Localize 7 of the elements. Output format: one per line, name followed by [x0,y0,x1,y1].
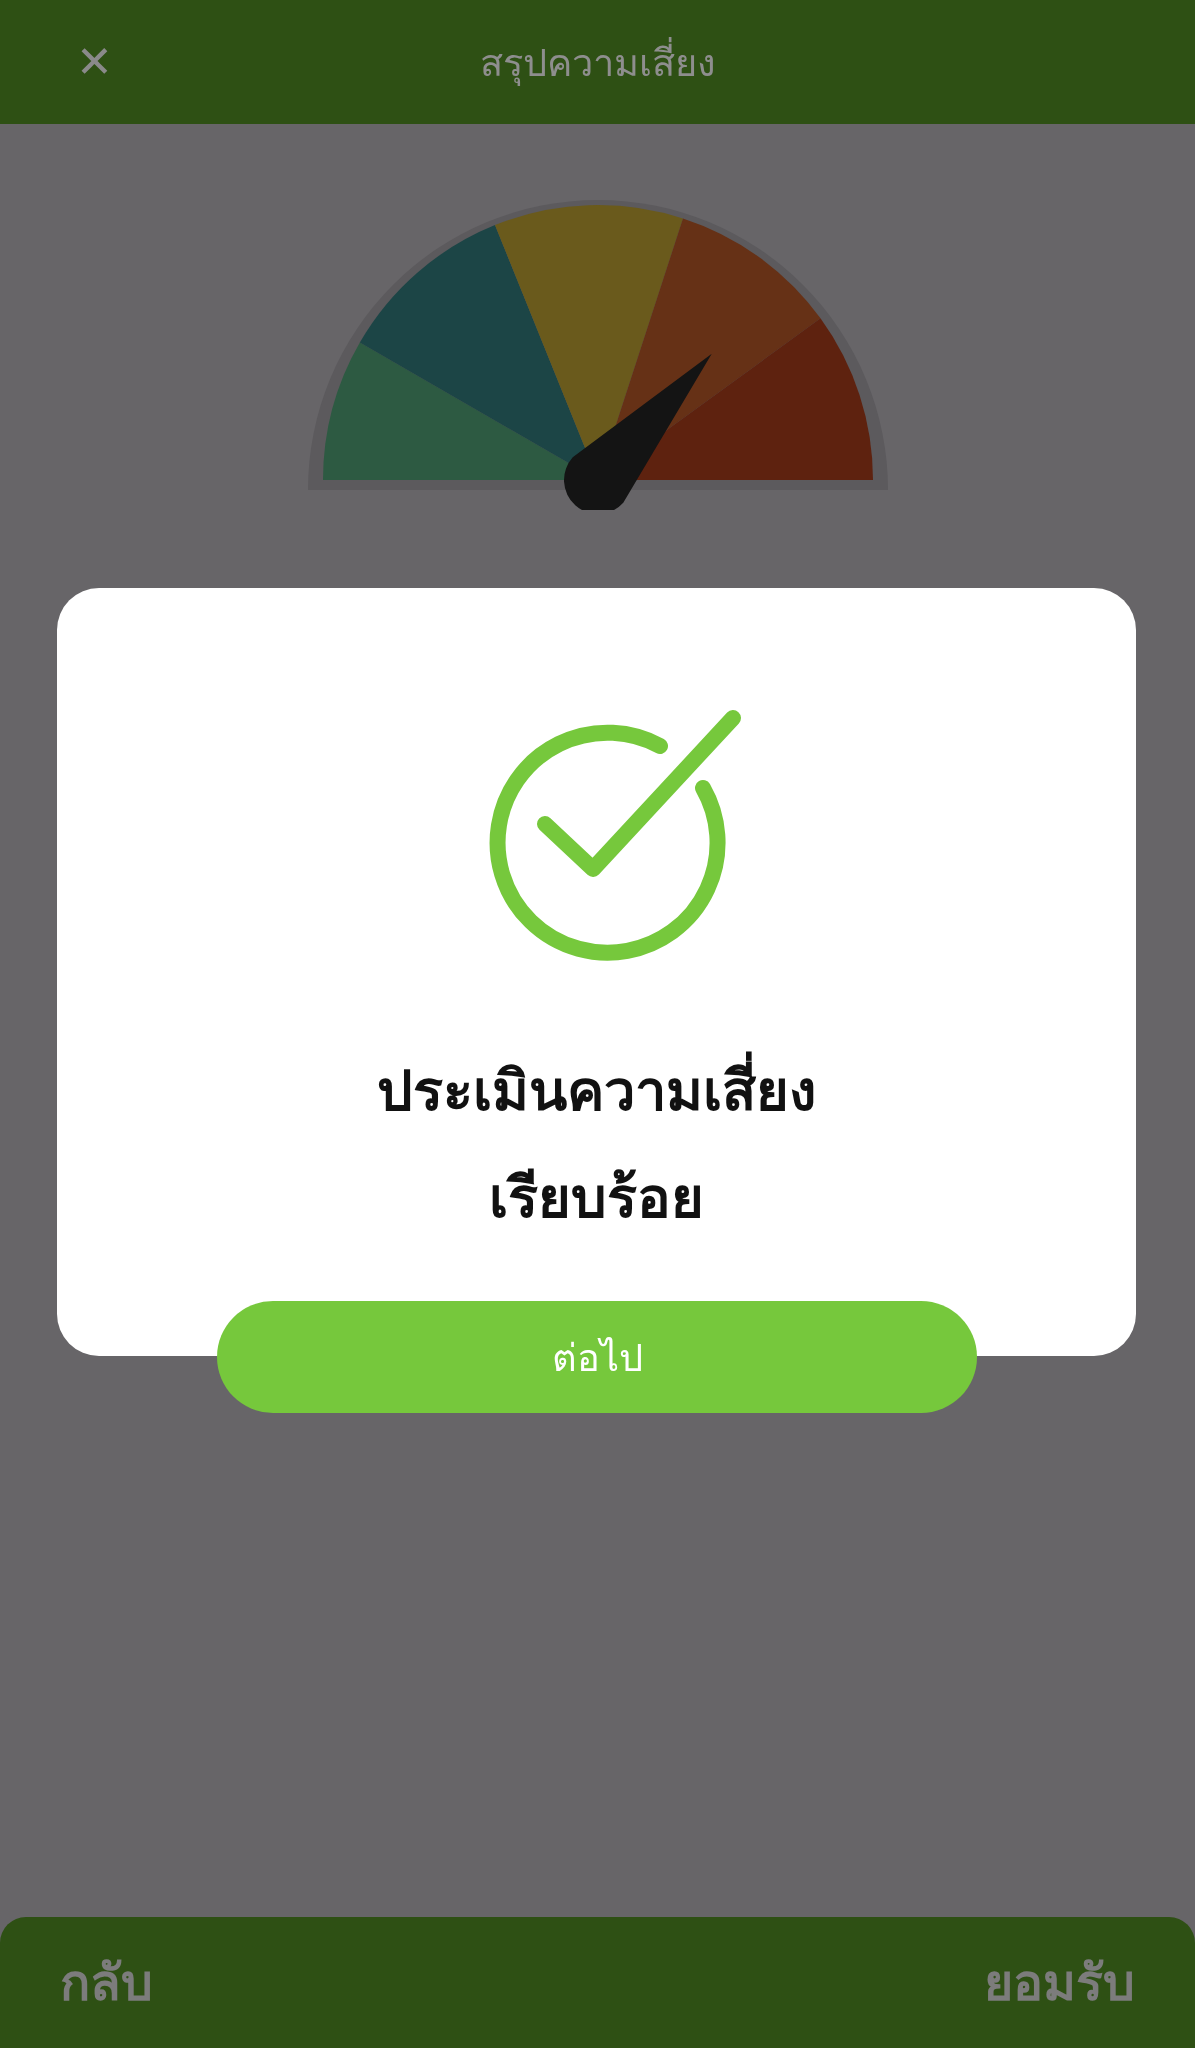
next-button[interactable]: ต่อไป [217,1301,977,1413]
dialog-message: เรียบร้อย [489,1164,704,1232]
dialog-message: ประเมินความเสี่ยง [377,1046,816,1135]
back-button[interactable]: กลับ [60,1943,153,2022]
close-button[interactable]: ✕ [76,36,113,87]
accept-button[interactable]: ยอมรับ [984,1943,1135,2022]
header-title: สรุปความเสี่ยง [479,31,716,93]
